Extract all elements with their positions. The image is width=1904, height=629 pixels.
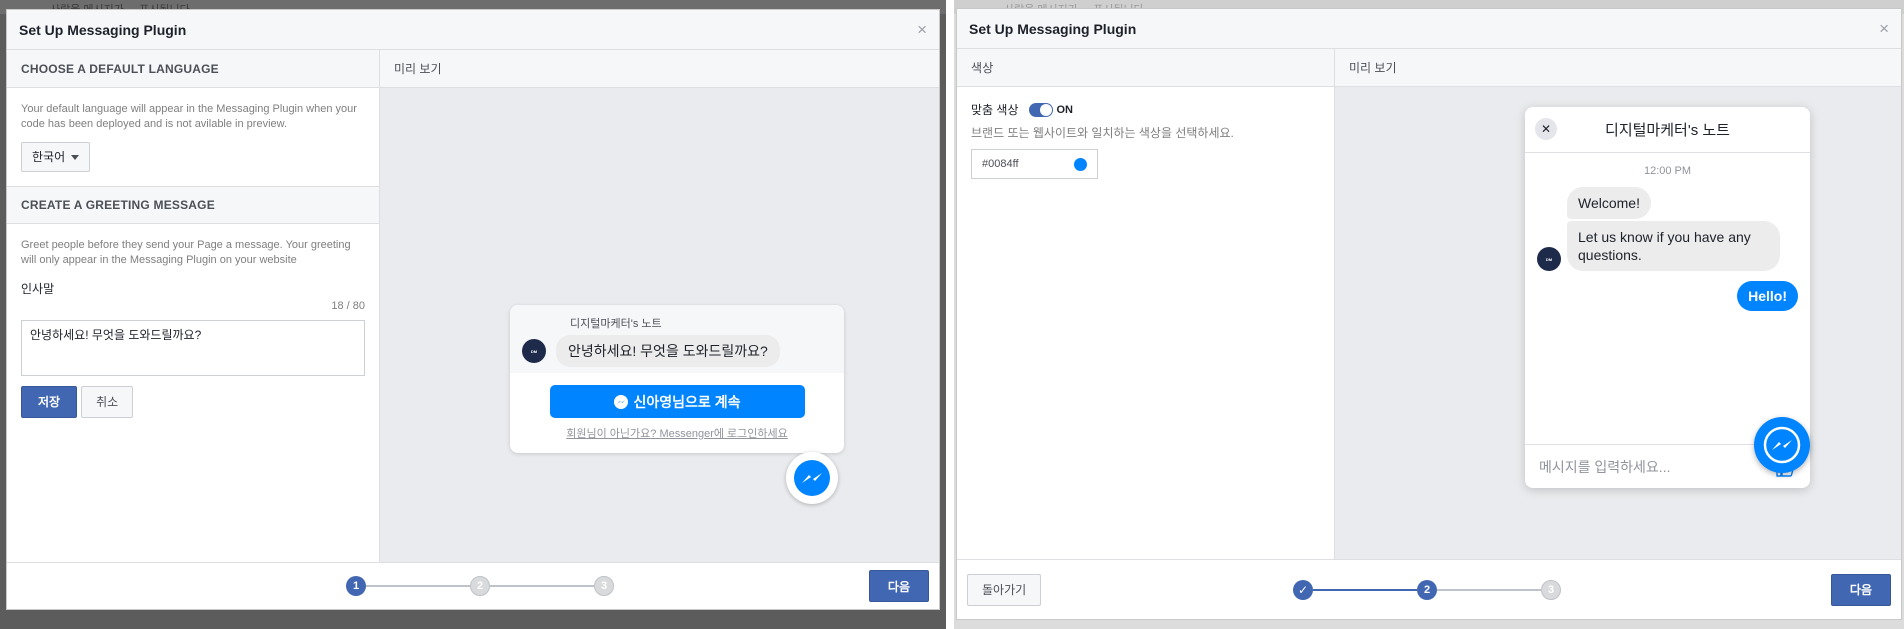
step-connector bbox=[490, 585, 594, 587]
step-connector bbox=[1313, 588, 1417, 591]
continue-as-label: 신아영님으로 계속 bbox=[633, 393, 741, 410]
settings-panel: CHOOSE A DEFAULT LANGUAGE Your default l… bbox=[7, 50, 380, 562]
language-section-heading: CHOOSE A DEFAULT LANGUAGE bbox=[7, 50, 379, 88]
custom-color-label: 맞춤 색상 bbox=[971, 103, 1019, 117]
page-name: 디지털마케터's 노트 bbox=[570, 318, 662, 330]
language-description: Your default language will appear in the… bbox=[21, 103, 357, 130]
greeting-bubble: 안녕하세요! 무엇을 도와드릴까요? bbox=[556, 335, 780, 367]
close-icon[interactable]: × bbox=[1879, 19, 1889, 39]
step-2: 2 bbox=[470, 576, 490, 596]
incoming-message: Welcome! bbox=[1567, 187, 1651, 219]
message-row: DM Let us know if you have any questions… bbox=[1537, 221, 1798, 271]
greeting-card-top: 디지털마케터's 노트 DM 안녕하세요! 무엇을 도와드릴까요? bbox=[510, 305, 844, 373]
message-row: Hello! bbox=[1537, 281, 1798, 311]
greeting-row: DM 안녕하세요! 무엇을 도와드릴까요? bbox=[522, 335, 832, 367]
dialog-header: Set Up Messaging Plugin × bbox=[957, 9, 1901, 49]
preview-heading: 미리 보기 bbox=[1335, 49, 1901, 87]
messenger-launcher-button[interactable] bbox=[786, 452, 838, 504]
greeting-description: Greet people before they send your Page … bbox=[21, 239, 351, 266]
custom-color-row: 맞춤 색상 ON bbox=[971, 101, 1320, 118]
save-button[interactable]: 저장 bbox=[21, 386, 78, 418]
dialog-body: 색상 맞춤 색상 ON 브랜드 또는 웹사이트와 일치하는 색상을 선택하세요.… bbox=[957, 49, 1901, 559]
not-you-link[interactable]: 회원님이 아닌가요? Messenger에 로그인하세요 bbox=[510, 425, 844, 441]
preview-panel: 미리 보기 ✕ 디지털마케터's 노트 12:00 PM Welcome! DM… bbox=[1335, 49, 1901, 559]
incoming-message: Let us know if you have any questions. bbox=[1567, 221, 1780, 271]
setup-dialog: Set Up Messaging Plugin × 색상 맞춤 색상 ON 브랜… bbox=[956, 8, 1902, 620]
step-2: 2 bbox=[1417, 579, 1437, 600]
greeting-section-heading: CREATE A GREETING MESSAGE bbox=[7, 186, 379, 224]
step-1-done: ✓ bbox=[1293, 579, 1313, 600]
message-row: Welcome! bbox=[1567, 187, 1798, 219]
chevron-down-icon bbox=[71, 154, 80, 160]
message-input-placeholder: 메시지를 입력하세요... bbox=[1539, 458, 1671, 475]
preview-panel: 미리 보기 디지털마케터's 노트 DM 안녕하세요! 무엇을 도와드릴까요? bbox=[380, 50, 939, 562]
avatar: DM bbox=[522, 339, 546, 363]
language-select[interactable]: 한국어 bbox=[21, 142, 91, 172]
dialog-body: CHOOSE A DEFAULT LANGUAGE Your default l… bbox=[7, 50, 939, 562]
close-icon[interactable]: × bbox=[917, 20, 927, 40]
progress-stepper: ✓ 2 3 bbox=[1293, 579, 1561, 600]
setup-dialog: Set Up Messaging Plugin × CHOOSE A DEFAU… bbox=[6, 9, 940, 610]
close-icon[interactable]: ✕ bbox=[1535, 118, 1557, 140]
color-value: #0084ff bbox=[982, 158, 1019, 170]
avatar: DM bbox=[1537, 247, 1561, 271]
cancel-button[interactable]: 취소 bbox=[81, 386, 134, 418]
custom-color-toggle[interactable] bbox=[1028, 102, 1053, 117]
dialog-footer: 1 2 3 다음 bbox=[7, 562, 939, 609]
messenger-icon bbox=[794, 460, 830, 496]
right-screenshot: 사람을 메시지가 ... 표시됩니다 Set Up Messaging Plug… bbox=[954, 0, 1904, 629]
chat-header: ✕ 디지털마케터's 노트 bbox=[1525, 107, 1810, 153]
messenger-icon bbox=[1763, 426, 1801, 464]
messenger-launcher-button[interactable] bbox=[1754, 417, 1810, 473]
dialog-title: Set Up Messaging Plugin bbox=[969, 20, 1137, 37]
character-counter: 18 / 80 bbox=[331, 300, 365, 312]
left-screenshot: 사람을 메시지가 ... 표시됩니다 Set Up Messaging Plug… bbox=[0, 0, 946, 629]
greeting-field-label: 인사말 bbox=[21, 282, 55, 296]
color-section-heading: 색상 bbox=[957, 49, 1334, 87]
color-section: 맞춤 색상 ON 브랜드 또는 웹사이트와 일치하는 색상을 선택하세요. #0… bbox=[957, 87, 1334, 193]
dialog-header: Set Up Messaging Plugin × bbox=[7, 10, 939, 50]
progress-stepper: 1 2 3 bbox=[346, 576, 614, 596]
greeting-section: Greet people before they send your Page … bbox=[7, 224, 379, 432]
step-connector bbox=[1437, 588, 1541, 591]
language-select-value: 한국어 bbox=[32, 149, 66, 164]
step-3: 3 bbox=[1541, 579, 1561, 600]
chat-messages: Welcome! DM Let us know if you have any … bbox=[1525, 187, 1810, 311]
step-connector bbox=[366, 585, 470, 587]
preview-heading: 미리 보기 bbox=[380, 50, 939, 88]
color-swatch[interactable] bbox=[1074, 157, 1087, 171]
greeting-textarea[interactable]: 안녕하세요! 무엇을 도와드릴까요? bbox=[21, 320, 365, 376]
dialog-footer: 돌아가기 ✓ 2 3 다음 bbox=[957, 559, 1901, 619]
next-button[interactable]: 다음 bbox=[1830, 573, 1891, 606]
dialog-title: Set Up Messaging Plugin bbox=[19, 21, 187, 38]
chat-timestamp: 12:00 PM bbox=[1643, 165, 1692, 177]
color-input[interactable]: #0084ff bbox=[971, 149, 1098, 179]
continue-as-button[interactable]: 신아영님으로 계속 bbox=[549, 385, 805, 418]
next-button[interactable]: 다음 bbox=[868, 570, 929, 602]
messenger-icon bbox=[613, 394, 628, 409]
chat-title: 디지털마케터's 노트 bbox=[1605, 122, 1730, 139]
back-button[interactable]: 돌아가기 bbox=[967, 573, 1042, 606]
toggle-state-label: ON bbox=[1056, 103, 1074, 116]
settings-panel: 색상 맞춤 색상 ON 브랜드 또는 웹사이트와 일치하는 색상을 선택하세요.… bbox=[957, 49, 1335, 559]
language-section: Your default language will appear in the… bbox=[7, 88, 379, 186]
outgoing-message: Hello! bbox=[1737, 281, 1798, 311]
step-1: 1 bbox=[346, 576, 366, 596]
step-3: 3 bbox=[594, 576, 614, 596]
greeting-buttons: 저장 취소 bbox=[21, 386, 365, 418]
color-hint: 브랜드 또는 웹사이트와 일치하는 색상을 선택하세요. bbox=[971, 126, 1234, 140]
greeting-card: 디지털마케터's 노트 DM 안녕하세요! 무엇을 도와드릴까요? 신아영님으로… bbox=[510, 305, 844, 453]
